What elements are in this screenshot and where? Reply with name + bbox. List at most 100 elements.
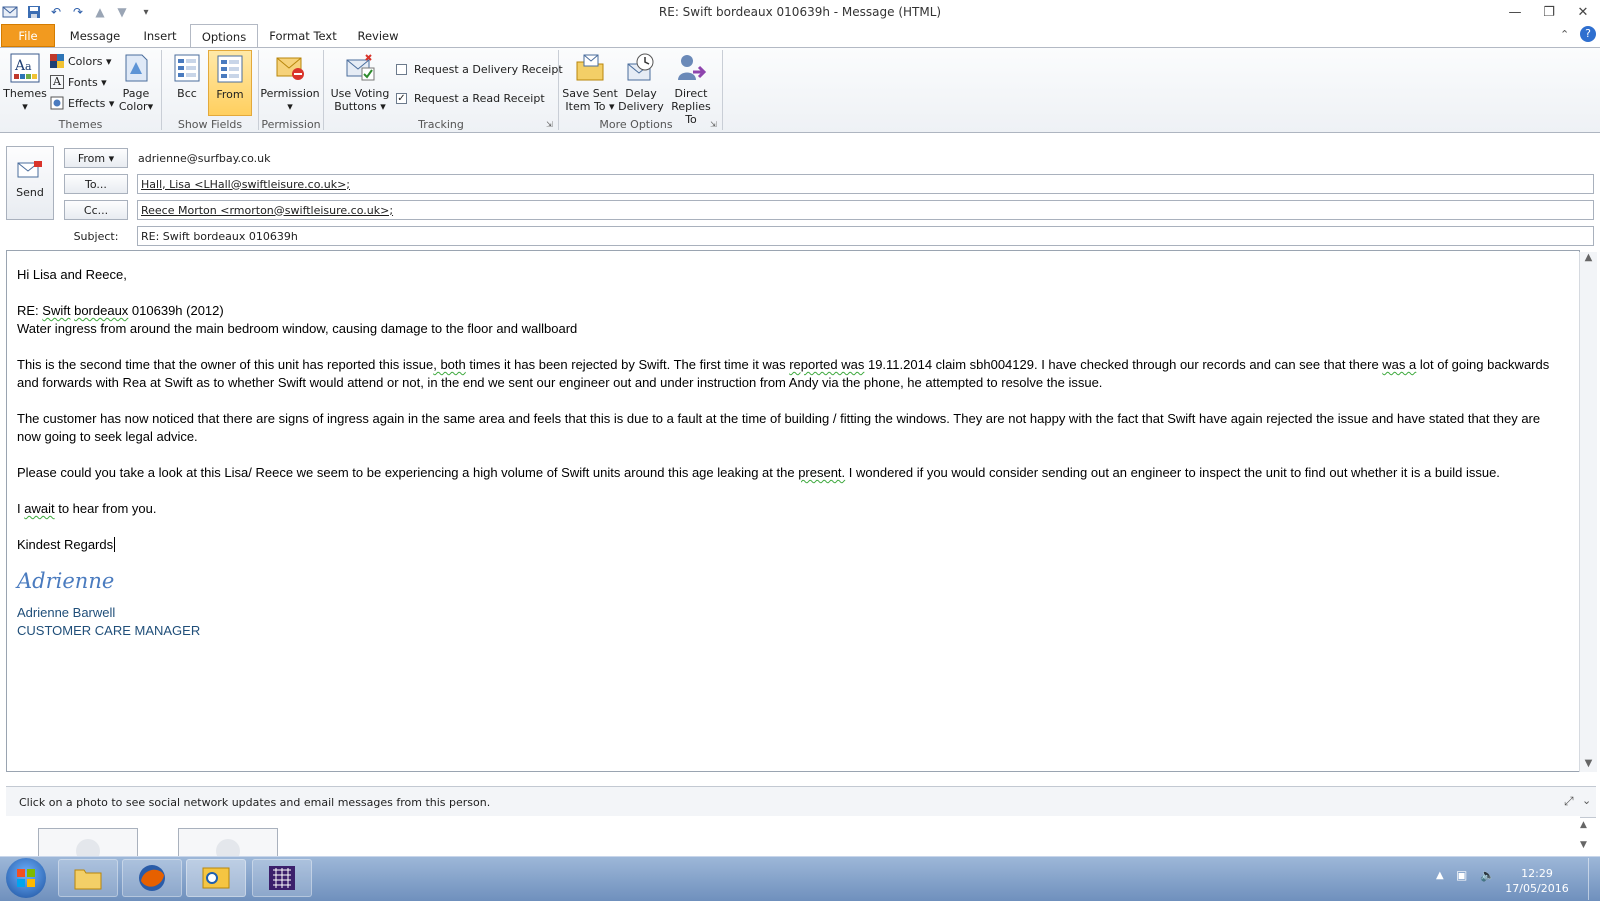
fonts-button[interactable]: A Fonts ▾ bbox=[50, 72, 107, 92]
delay-delivery-icon bbox=[625, 52, 657, 84]
direct-replies-to-button[interactable]: Direct Replies To bbox=[664, 50, 718, 126]
direct-replies-to-icon bbox=[675, 52, 707, 84]
contact-photo[interactable] bbox=[178, 828, 278, 863]
people-scroll-up-icon[interactable]: ▲ bbox=[1580, 820, 1587, 830]
permission-button[interactable]: Permission ▾ bbox=[260, 50, 320, 116]
tab-insert[interactable]: Insert bbox=[132, 24, 188, 47]
tab-options[interactable]: Options bbox=[190, 24, 258, 48]
signature-name: Adrienne Barwell bbox=[17, 605, 116, 620]
subject-label: Subject: bbox=[73, 230, 119, 243]
text-cursor: ​ bbox=[114, 537, 116, 552]
tab-format-text[interactable]: Format Text bbox=[262, 24, 344, 47]
taskbar-outlook[interactable] bbox=[186, 859, 246, 897]
contact-photo[interactable] bbox=[38, 828, 138, 863]
group-label-permission: Permission bbox=[261, 118, 321, 131]
cc-recipient[interactable]: Reece Morton <rmorton@swiftleisure.co.uk… bbox=[141, 204, 393, 217]
greeting: Hi Lisa and Reece, bbox=[17, 267, 127, 282]
tracking-dialog-launcher-icon[interactable]: ⇲ bbox=[546, 120, 553, 129]
volume-icon[interactable]: 🔈 bbox=[1480, 868, 1495, 882]
signature-title: CUSTOMER CARE MANAGER bbox=[17, 623, 201, 638]
group-label-show-fields: Show Fields bbox=[177, 118, 243, 131]
voting-buttons-button[interactable]: Use Voting Buttons ▾ bbox=[328, 50, 392, 116]
page-color-button[interactable]: Page Color▾ bbox=[116, 50, 156, 116]
network-icon[interactable]: ▣ bbox=[1456, 868, 1467, 882]
help-icon[interactable]: ? bbox=[1580, 26, 1596, 42]
paragraph-4: I await to hear from you. bbox=[17, 501, 157, 516]
group-label-more-options: More Options bbox=[599, 118, 673, 131]
bcc-button[interactable]: Bcc bbox=[168, 50, 206, 116]
grid-app-icon bbox=[269, 866, 295, 890]
read-receipt-checkbox[interactable]: ✓ Request a Read Receipt bbox=[396, 88, 545, 108]
people-pane-hint: Click on a photo to see social network u… bbox=[19, 796, 491, 809]
outlook-icon bbox=[202, 867, 230, 889]
from-value: adrienne@surfbay.co.uk bbox=[138, 152, 271, 165]
to-recipient[interactable]: Hall, Lisa <LHall@swiftleisure.co.uk>; bbox=[141, 178, 350, 191]
themes-icon: Aa bbox=[9, 52, 41, 84]
window-title: RE: Swift bordeaux 010639h - Message (HT… bbox=[658, 5, 942, 19]
start-button[interactable] bbox=[6, 858, 46, 898]
closing: Kindest Regards​ bbox=[17, 537, 116, 552]
taskbar-firefox[interactable] bbox=[122, 859, 182, 897]
clock[interactable]: 12:29 17/05/2016 bbox=[1500, 866, 1574, 896]
from-field-button[interactable]: From bbox=[208, 50, 252, 116]
restore-icon[interactable]: ❐ bbox=[1534, 2, 1564, 22]
show-desktop-button[interactable] bbox=[1588, 858, 1600, 900]
close-icon[interactable]: ✕ bbox=[1568, 2, 1598, 22]
tab-file[interactable]: File bbox=[1, 24, 55, 47]
delivery-receipt-box[interactable] bbox=[396, 63, 407, 75]
from-button[interactable]: From ▾ bbox=[64, 148, 128, 168]
permission-icon bbox=[274, 52, 306, 84]
more-options-dialog-launcher-icon[interactable]: ⇲ bbox=[710, 120, 717, 129]
send-button[interactable]: Send bbox=[6, 146, 54, 220]
send-icon bbox=[16, 159, 44, 184]
minimize-icon[interactable]: — bbox=[1500, 2, 1530, 22]
to-field[interactable]: Hall, Lisa <LHall@swiftleisure.co.uk>; bbox=[137, 174, 1594, 194]
firefox-icon bbox=[139, 865, 165, 891]
effects-button[interactable]: Effects ▾ bbox=[50, 93, 114, 113]
cc-button[interactable]: Cc... bbox=[64, 200, 128, 220]
group-separator bbox=[722, 50, 723, 130]
colors-button[interactable]: Colors ▾ bbox=[50, 51, 111, 71]
fonts-icon: A bbox=[50, 75, 64, 89]
scroll-up-icon[interactable]: ▲ bbox=[1580, 252, 1597, 266]
read-receipt-box[interactable]: ✓ bbox=[396, 92, 407, 104]
delivery-receipt-checkbox[interactable]: Request a Delivery Receipt bbox=[396, 59, 563, 79]
collapse-pane-icon[interactable]: ⌄ bbox=[1582, 794, 1591, 807]
delay-delivery-button[interactable]: Delay Delivery bbox=[618, 50, 664, 116]
ribbon-minimize-icon[interactable]: ⌃ bbox=[1560, 28, 1569, 41]
scroll-down-icon[interactable]: ▼ bbox=[1580, 758, 1597, 769]
tab-message[interactable]: Message bbox=[62, 24, 128, 47]
signature-script: Adrienne bbox=[17, 569, 115, 593]
body-scrollbar[interactable]: ▲ bbox=[1579, 252, 1597, 772]
taskbar-app[interactable] bbox=[252, 859, 312, 897]
page-color-icon bbox=[120, 52, 152, 84]
people-pane-bar: Click on a photo to see social network u… bbox=[6, 786, 1596, 818]
paragraph-3: Please could you take a look at this Lis… bbox=[17, 465, 1500, 480]
to-button[interactable]: To... bbox=[64, 174, 128, 194]
windows-logo-icon bbox=[17, 869, 35, 887]
save-sent-item-button[interactable]: Save Sent Item To ▾ bbox=[562, 50, 618, 116]
people-scroll-down-icon[interactable]: ▼ bbox=[1580, 840, 1587, 850]
voting-buttons-icon bbox=[344, 52, 376, 84]
themes-button[interactable]: Aa Themes ▾ bbox=[3, 50, 47, 116]
bcc-icon bbox=[171, 52, 203, 84]
tab-review[interactable]: Review bbox=[348, 24, 408, 47]
expand-pane-icon[interactable]: ⤢ bbox=[1564, 794, 1574, 809]
svg-text:a: a bbox=[25, 60, 32, 73]
group-label-tracking: Tracking bbox=[418, 118, 464, 131]
subject-field[interactable]: RE: Swift bordeaux 010639h bbox=[137, 226, 1594, 246]
cc-field[interactable]: Reece Morton <rmorton@swiftleisure.co.uk… bbox=[137, 200, 1594, 220]
save-sent-item-icon bbox=[574, 52, 606, 84]
colors-icon bbox=[50, 54, 64, 68]
paragraph-1: This is the second time that the owner o… bbox=[17, 357, 1550, 390]
paragraph-2: The customer has now noticed that there … bbox=[17, 411, 1541, 444]
reference-block: RE: Swift bordeaux 010639h (2012) Water … bbox=[17, 303, 578, 336]
tray-expand-icon[interactable]: ▲ bbox=[1436, 870, 1444, 881]
message-body-text[interactable]: Hi Lisa and Reece, RE: Swift bordeaux 01… bbox=[17, 266, 1557, 640]
folder-icon bbox=[74, 869, 102, 890]
effects-icon bbox=[50, 96, 64, 110]
issue-line: Water ingress from around the main bedro… bbox=[17, 321, 578, 336]
send-label: Send bbox=[16, 186, 44, 199]
from-field-icon bbox=[214, 53, 246, 85]
taskbar-explorer[interactable] bbox=[58, 859, 118, 897]
